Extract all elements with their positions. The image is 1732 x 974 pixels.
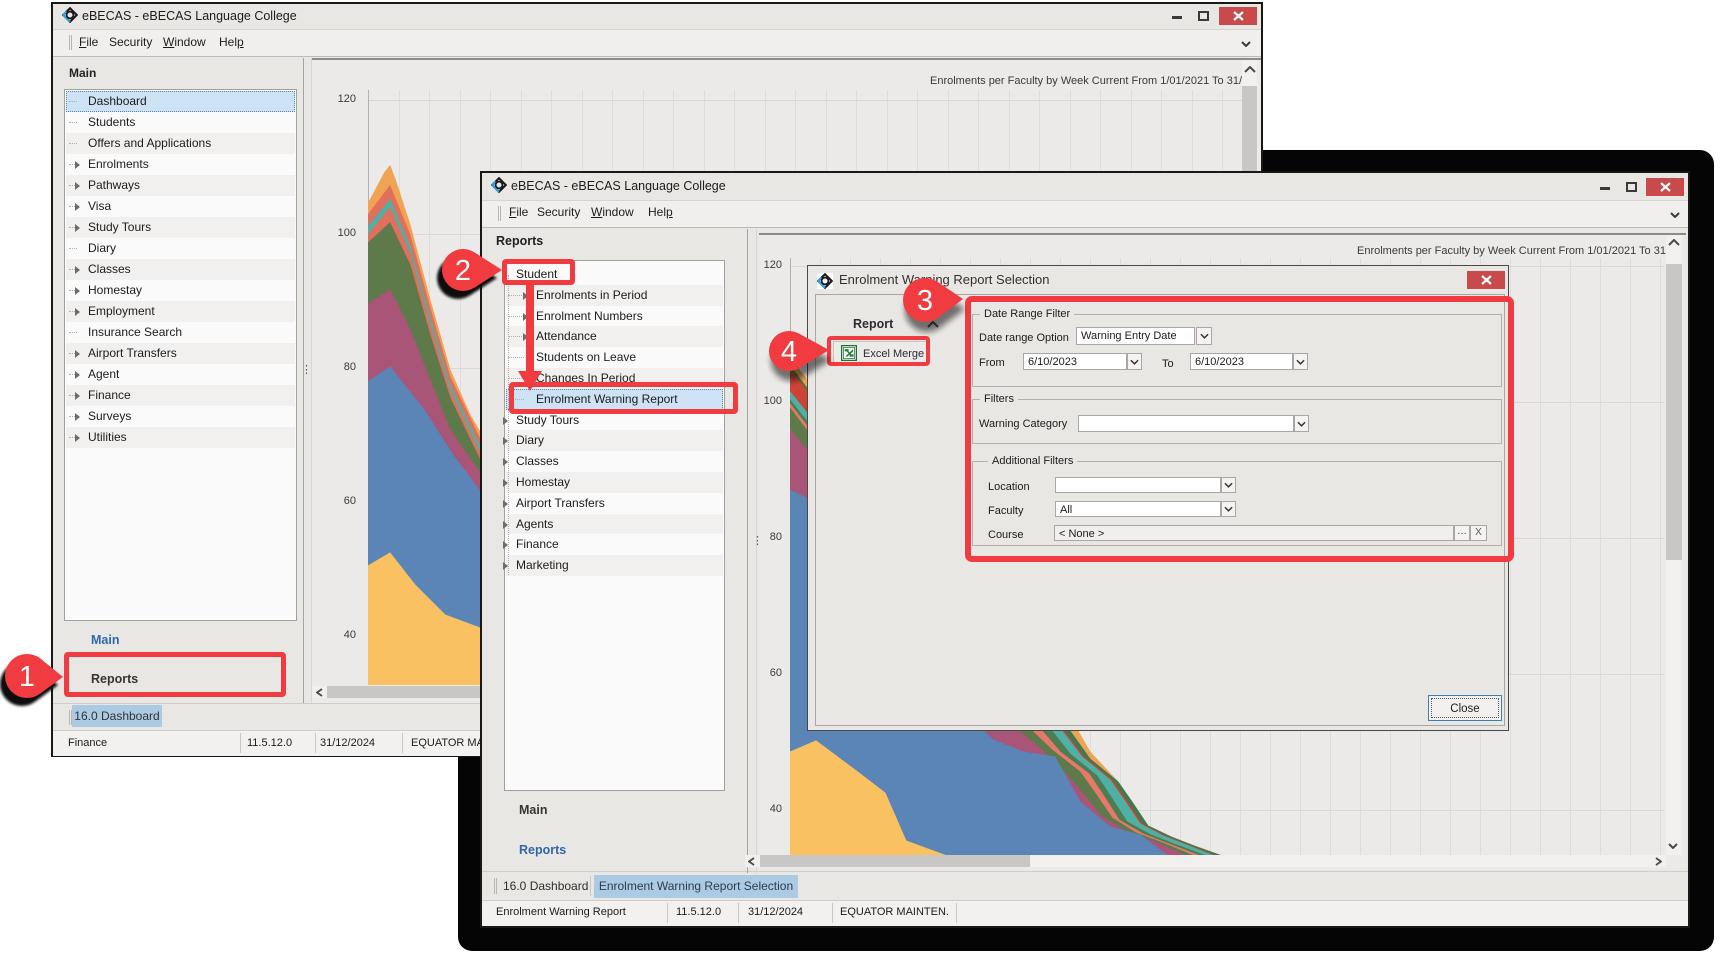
svg-text:2: 2 [455, 255, 471, 287]
svg-text:4: 4 [781, 336, 797, 368]
svg-text:3: 3 [917, 285, 933, 317]
svg-text:1: 1 [19, 661, 35, 693]
